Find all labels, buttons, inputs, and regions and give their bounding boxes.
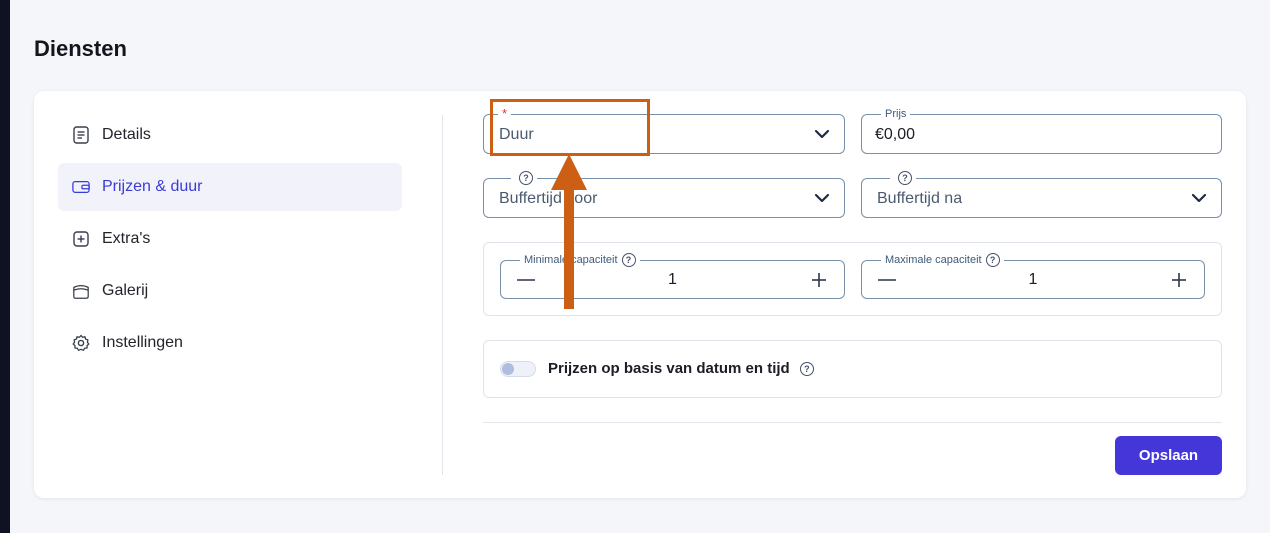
question-icon[interactable]: ? [799,362,814,377]
question-icon[interactable]: ? [621,253,636,268]
max-capacity-label: Maximale capaciteit? [881,253,1004,268]
max-capacity-stepper[interactable]: Maximale capaciteit? 1 [861,253,1205,299]
gallery-icon [72,282,90,300]
question-icon[interactable]: ? [519,171,533,186]
prijs-label: Prijs [881,107,911,121]
sidebar-item-details[interactable]: Details [58,111,402,159]
wallet-icon [72,178,90,196]
question-icon[interactable]: ? [985,253,1000,268]
plus-icon[interactable] [808,270,830,290]
date-time-pricing-toggle[interactable] [500,361,536,377]
horizontal-divider [483,422,1222,423]
plus-square-icon [72,230,90,248]
buffertijd-voor-select[interactable]: ? Buffertijd voor [483,171,845,218]
plus-icon[interactable] [1168,270,1190,290]
sidebar: Details Prijzen & duur Extra's Galerij I… [58,111,402,371]
page-title: Diensten [34,36,127,61]
buffertijd-na-select[interactable]: ? Buffertijd na [861,171,1222,218]
help-legend: ? [511,171,537,186]
question-icon[interactable]: ? [898,171,912,186]
chevron-down-icon [814,193,830,203]
sidebar-item-label: Details [102,126,151,143]
vertical-divider [442,115,443,475]
gear-icon [72,334,90,352]
sidebar-item-label: Extra's [102,230,151,247]
prijs-input[interactable]: Prijs €0,00 [861,107,1222,154]
date-time-pricing-label: Prijzen op basis van datum en tijd ? [548,360,814,377]
chevron-down-icon [814,129,830,139]
chevron-down-icon [1191,193,1207,203]
sidebar-item-instellingen[interactable]: Instellingen [58,319,402,367]
date-time-pricing-box: Prijzen op basis van datum en tijd ? [483,340,1222,398]
sidebar-item-extras[interactable]: Extra's [58,215,402,263]
sidebar-item-galerij[interactable]: Galerij [58,267,402,315]
document-icon [72,126,90,144]
help-legend: ? [890,171,916,186]
annotation-arrow-up-icon [551,154,587,309]
capacity-group: Minimale capaciteit? 1 Maximale capacite… [483,242,1222,316]
sidebar-item-prijzen-duur[interactable]: Prijzen & duur [58,163,402,211]
left-window-edge [0,0,10,533]
sidebar-item-label: Prijzen & duur [102,178,203,195]
buffertijd-na-placeholder: Buffertijd na [877,190,963,207]
sidebar-item-label: Instellingen [102,334,183,351]
save-button[interactable]: Opslaan [1115,436,1222,475]
annotation-highlight-box [490,99,650,156]
sidebar-item-label: Galerij [102,282,149,299]
toggle-knob [502,363,514,375]
max-capacity-value[interactable]: 1 [862,271,1204,289]
prijs-value: €0,00 [875,126,916,143]
